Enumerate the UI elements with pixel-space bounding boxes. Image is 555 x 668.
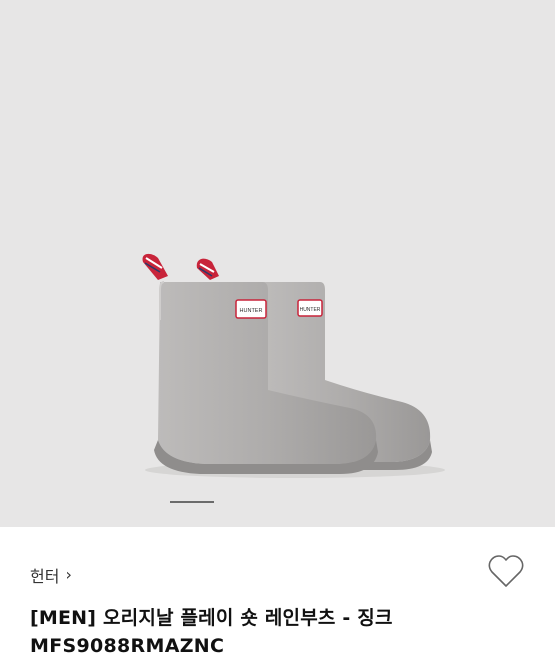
- heart-outline-icon[interactable]: [487, 555, 525, 589]
- brand-link[interactable]: 헌터 ›: [30, 563, 72, 587]
- gallery-pager-indicator: [170, 501, 214, 503]
- brand-name: 헌터: [30, 567, 60, 586]
- rain-boots-image: HUNTER HUNTER: [142, 253, 445, 478]
- chevron-right-icon: ›: [65, 565, 72, 584]
- product-model-code: MFS9088RMAZNC: [30, 635, 225, 657]
- product-image-gallery[interactable]: HUNTER HUNTER: [0, 0, 555, 527]
- svg-text:HUNTER: HUNTER: [240, 308, 263, 314]
- svg-text:HUNTER: HUNTER: [300, 307, 321, 313]
- product-title: [MEN] 오리지날 플레이 숏 레인부츠 - 징크: [30, 607, 393, 629]
